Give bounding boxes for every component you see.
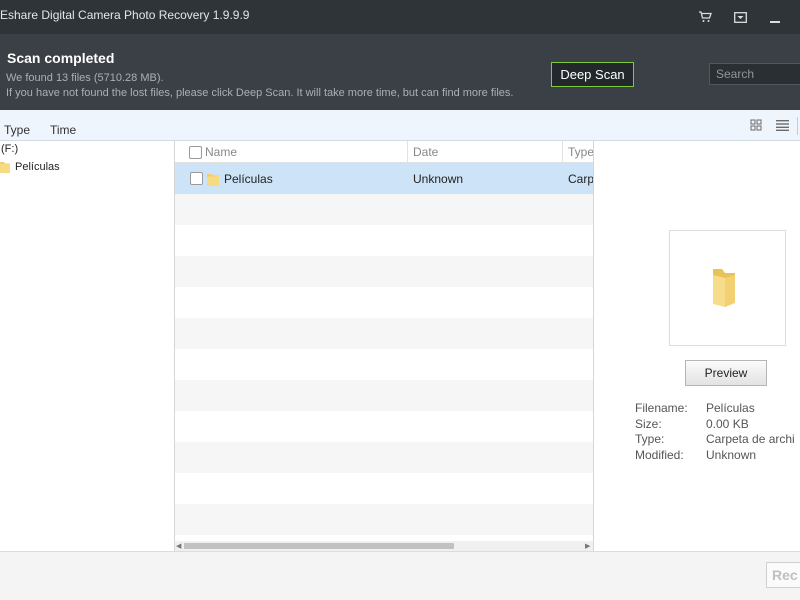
row-type: Carp bbox=[568, 172, 594, 186]
scan-header: Scan completed We found 13 files (5710.2… bbox=[0, 34, 800, 110]
column-header-type[interactable]: Type bbox=[568, 145, 593, 159]
list-view-icon[interactable] bbox=[776, 119, 790, 133]
scroll-left-icon[interactable]: ◀ bbox=[176, 542, 181, 550]
grid-view-icon[interactable] bbox=[750, 119, 764, 133]
window-title: Eshare Digital Camera Photo Recovery 1.9… bbox=[0, 8, 250, 22]
info-value: 0.00 KB bbox=[706, 416, 749, 431]
title-bar: Eshare Digital Camera Photo Recovery 1.9… bbox=[0, 0, 800, 34]
tab-time[interactable]: Time bbox=[50, 123, 76, 137]
table-row[interactable]: Películas Unknown Carp bbox=[175, 163, 594, 194]
horizontal-scrollbar[interactable]: ◀ ▶ bbox=[175, 541, 593, 551]
menu-icon[interactable] bbox=[731, 8, 749, 26]
column-header-date[interactable]: Date bbox=[413, 145, 438, 159]
found-summary: We found 13 files (5710.28 MB). bbox=[6, 72, 164, 84]
row-checkbox[interactable] bbox=[190, 172, 203, 185]
recover-button[interactable]: Rec bbox=[766, 562, 800, 588]
tree-drive-label[interactable]: (F:) bbox=[1, 143, 18, 155]
info-label: Filename: bbox=[635, 401, 688, 415]
row-date: Unknown bbox=[413, 172, 464, 186]
file-list-header: Name Date Type bbox=[175, 141, 593, 163]
folder-icon bbox=[207, 174, 219, 186]
scrollbar-thumb[interactable] bbox=[184, 543, 454, 549]
tree-item-peliculas[interactable]: Películas bbox=[0, 160, 60, 173]
folder-icon bbox=[713, 269, 735, 307]
deep-scan-button[interactable]: Deep Scan bbox=[551, 62, 634, 87]
info-value: Unknown bbox=[706, 447, 757, 462]
deep-scan-hint: If you have not found the lost files, pl… bbox=[6, 87, 514, 99]
view-toolbar: Type Time bbox=[0, 110, 800, 141]
file-list: Name Date Type Películas Unknown Carp ◀ … bbox=[175, 141, 594, 551]
tab-type[interactable]: Type bbox=[4, 123, 30, 137]
preview-button[interactable]: Preview bbox=[685, 360, 767, 386]
column-divider[interactable] bbox=[407, 141, 408, 163]
info-label: Type: bbox=[635, 432, 665, 446]
empty-row bbox=[175, 380, 593, 411]
folder-tree: (F:) Películas bbox=[0, 141, 175, 551]
bottom-bar: Rec bbox=[0, 551, 800, 600]
folder-icon bbox=[0, 162, 10, 173]
column-header-name[interactable]: Name bbox=[205, 145, 237, 159]
info-label: Size: bbox=[635, 416, 662, 431]
info-value: Carpeta de archi bbox=[706, 432, 795, 446]
preview-panel: Preview Filename: Películas Size: 0.00 K… bbox=[594, 141, 800, 551]
row-name: Películas bbox=[224, 172, 273, 186]
search-input[interactable] bbox=[709, 63, 800, 85]
tree-item-label: Películas bbox=[15, 160, 60, 173]
column-divider[interactable] bbox=[562, 141, 563, 163]
empty-row bbox=[175, 194, 593, 225]
empty-row bbox=[175, 318, 593, 349]
select-all-checkbox[interactable] bbox=[189, 146, 202, 159]
empty-row bbox=[175, 256, 593, 287]
empty-row bbox=[175, 442, 593, 473]
cart-icon[interactable] bbox=[696, 8, 714, 26]
minimize-icon[interactable] bbox=[766, 8, 784, 26]
info-value: Películas bbox=[706, 401, 755, 415]
scan-status-title: Scan completed bbox=[7, 50, 115, 66]
empty-row bbox=[175, 504, 593, 535]
preview-thumbnail bbox=[669, 230, 786, 346]
info-label: Modified: bbox=[635, 447, 684, 462]
scroll-right-icon[interactable]: ▶ bbox=[585, 542, 590, 550]
